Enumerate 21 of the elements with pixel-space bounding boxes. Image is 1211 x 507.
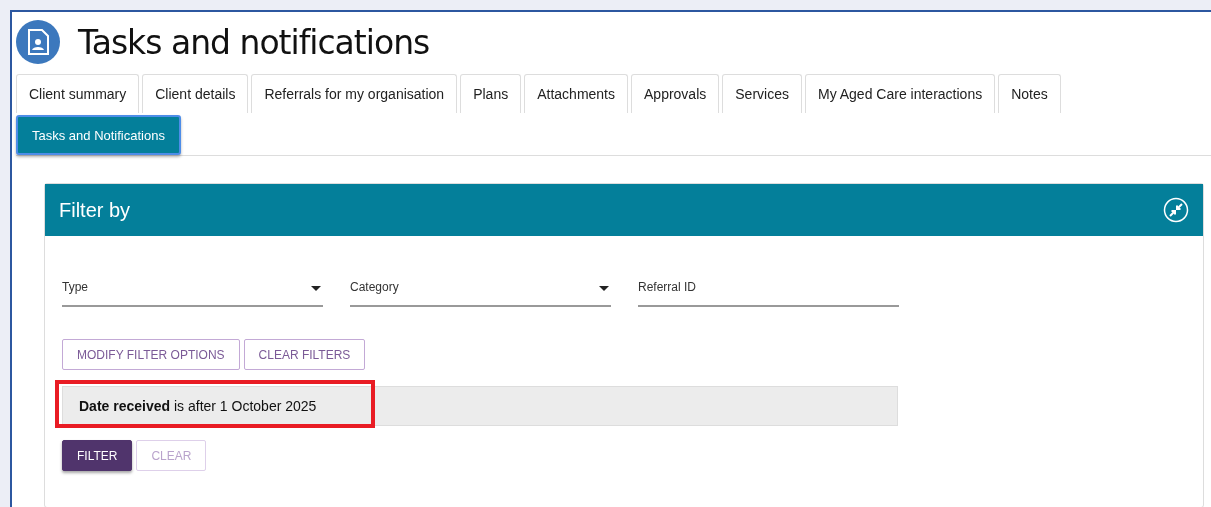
active-filter: Date received is after 1 October 2025 [62,386,898,426]
dropdown-field[interactable]: Type [62,280,323,307]
tab[interactable]: Client details [142,74,249,113]
tab[interactable]: My Aged Care interactions [804,74,996,113]
tab[interactable]: Client summary [16,74,140,113]
tab[interactable]: Services [722,74,802,113]
text-field[interactable]: Referral ID [638,280,899,307]
tab[interactable]: Plans [460,74,522,113]
tab[interactable]: Notes [998,74,1061,113]
collapse-icon[interactable] [1163,197,1189,223]
modify-filter-button[interactable]: MODIFY FILTER OPTIONS [62,339,240,370]
client-document-icon [16,20,60,64]
page-title: Tasks and notifications [78,22,430,62]
clear-filters-button[interactable]: CLEAR FILTERS [243,339,366,370]
tab[interactable]: Referrals for my organisation [251,74,458,113]
tab[interactable]: Tasks and Notifications [16,115,181,155]
panel-title: Filter by [59,198,131,222]
tab[interactable]: Attachments [524,74,628,113]
filter-button[interactable]: FILTER [62,440,133,471]
tab[interactable]: Approvals [631,74,720,113]
dropdown-field[interactable]: Category [350,280,611,307]
